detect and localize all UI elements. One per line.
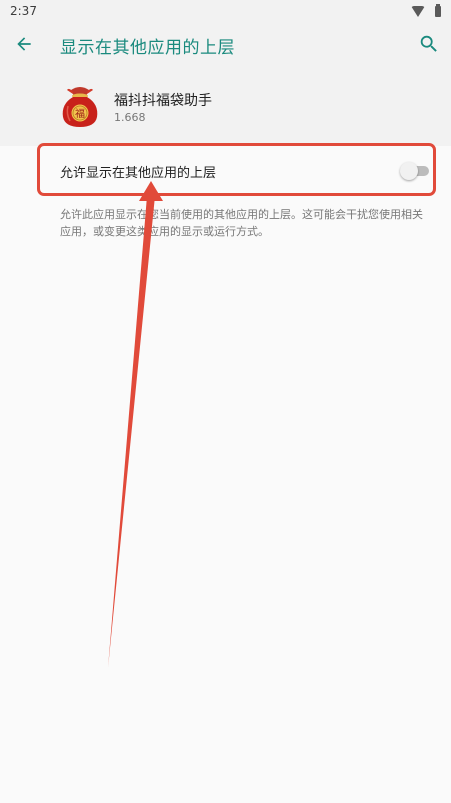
app-version: 1.668 <box>114 111 146 124</box>
svg-text:福: 福 <box>75 107 85 120</box>
setting-label: 允许显示在其他应用的上层 <box>60 166 217 181</box>
search-icon <box>420 35 437 52</box>
search-button[interactable] <box>415 30 443 58</box>
status-time: 2:37 <box>10 4 37 18</box>
status-bar: 2:37 <box>0 0 451 22</box>
overlay-permission-setting[interactable]: 允许显示在其他应用的上层 <box>0 146 451 196</box>
arrow-back-icon <box>17 37 31 51</box>
lucky-bag-icon: 福 <box>62 87 98 127</box>
toggle-thumb <box>400 162 418 180</box>
overlay-permission-toggle[interactable] <box>400 161 430 181</box>
page-title: 显示在其他应用的上层 <box>60 38 235 58</box>
back-button[interactable] <box>10 30 38 58</box>
wifi-icon <box>411 5 425 17</box>
setting-description: 允许此应用显示在您当前使用的其他应用的上层。这可能会干扰您使用相关应用，或变更这… <box>60 208 423 238</box>
app-name: 福抖抖福袋助手 <box>114 93 212 109</box>
battery-icon <box>435 3 441 17</box>
app-bar: 显示在其他应用的上层 <box>0 22 451 66</box>
app-info-header: 福 福抖抖福袋助手 1.668 <box>0 66 451 146</box>
status-icons <box>411 3 441 17</box>
